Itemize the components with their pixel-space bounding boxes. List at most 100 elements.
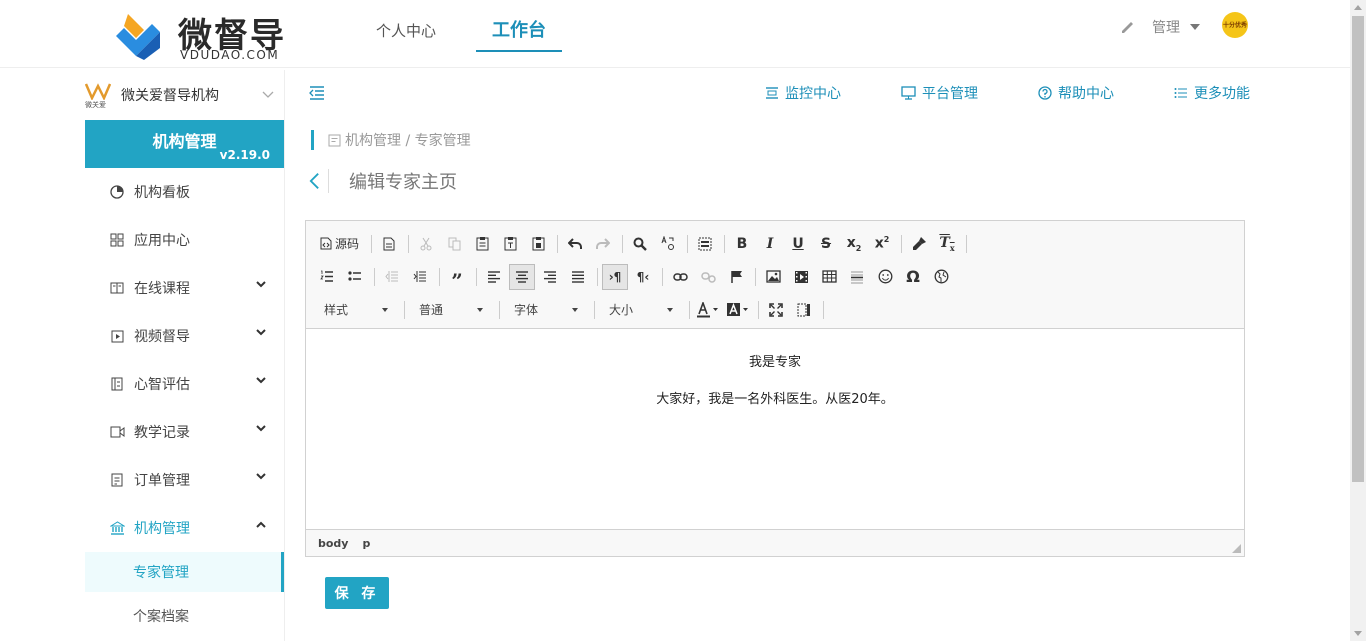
anchor-button[interactable] [723,264,749,290]
scroll-thumb[interactable] [1352,16,1364,482]
subscript-button[interactable]: x2 [841,231,867,257]
replace-button[interactable] [655,231,681,257]
link-button[interactable] [667,264,693,290]
sidebar-subitem-experts[interactable]: 专家管理 [85,552,284,592]
path-item[interactable]: p [362,537,370,550]
styles-dropdown[interactable]: 样式 [314,298,394,322]
sidebar-subitem-case-files[interactable]: 个案档案 [85,592,284,640]
indent-button[interactable] [407,264,433,290]
underline-button[interactable]: U [785,231,811,257]
paste-word-button[interactable] [525,231,551,257]
editor-toolbar: 源码 B I U S x2 x2 Tx ” ›¶ ¶‹ Ω 样式 普通 字体 大… [306,221,1244,329]
avatar[interactable]: 十分优秀 [1222,12,1248,38]
redo-button[interactable] [590,231,616,257]
blockquote-button[interactable]: ” [444,264,470,291]
superscript-button[interactable]: x2 [869,231,895,257]
image-button[interactable] [760,264,786,290]
sidebar-item-teaching-records[interactable]: 教学记录 [85,408,284,456]
content-line[interactable]: 我是专家 [306,351,1244,370]
copy-button[interactable] [441,231,467,257]
background-color-button[interactable] [724,297,754,323]
toolbar-separator [622,234,624,253]
align-right-button[interactable] [537,264,563,290]
font-dropdown[interactable]: 字体 [504,298,584,322]
link-platform-management[interactable]: 平台管理 [901,83,978,103]
format-dropdown[interactable]: 普通 [409,298,489,322]
align-center-button[interactable] [509,263,535,290]
underline-icon: U [792,235,804,252]
link-label: 更多功能 [1194,86,1250,102]
sidebar-item-apps[interactable]: 应用中心 [85,216,284,264]
font-size-dropdown[interactable]: 大小 [599,298,679,322]
path-item[interactable]: body [318,537,348,550]
new-page-button[interactable] [376,231,402,257]
find-button[interactable] [627,231,653,257]
org-selector[interactable]: 微关爱 微关爱督导机构 [85,70,284,120]
document-icon [328,134,341,146]
emoji-button[interactable] [872,264,898,290]
back-button[interactable] [309,169,329,193]
select-all-button[interactable] [692,231,718,257]
ltr-button[interactable]: ›¶ [602,263,628,290]
brand-logo[interactable]: 微督导 VDUDAO.COM [110,8,290,62]
collapse-menu-icon[interactable] [309,86,325,100]
paste-button[interactable] [469,231,495,257]
scroll-up-icon[interactable] [1354,5,1362,10]
source-button[interactable]: 源码 [314,231,365,257]
sidebar-item-label: 在线课程 [134,281,190,297]
undo-button[interactable] [562,231,588,257]
italic-button[interactable]: I [757,231,783,257]
copy-format-button[interactable] [906,231,932,257]
link-more-functions[interactable]: 更多功能 [1174,83,1250,103]
new-page-icon [383,237,395,250]
maximize-button[interactable] [763,297,789,323]
sidebar-item-orders[interactable]: 订单管理 [85,456,284,504]
sidebar-item-assessment[interactable]: 心智评估 [85,360,284,408]
sidebar-item-video-supervision[interactable]: 视频督导 [85,312,284,360]
role-label[interactable]: 管理 [1152,17,1180,37]
bold-button[interactable]: B [729,231,755,257]
unlink-button[interactable] [695,264,721,290]
chevron-down-icon[interactable] [262,91,274,99]
breadcrumb-text: 机构管理 / 专家管理 [345,133,471,149]
horizontal-rule-button[interactable] [844,264,870,290]
cut-button[interactable] [413,231,439,257]
tab-workbench[interactable]: 工作台 [476,0,563,52]
numbered-list-icon [320,270,333,282]
align-left-button[interactable] [481,264,507,290]
tab-personal-center[interactable]: 个人中心 [360,0,452,68]
link-help-center[interactable]: 帮助中心 [1038,83,1114,103]
remove-format-button[interactable]: Tx [934,231,960,257]
paste-text-button[interactable] [497,231,523,257]
show-blocks-button[interactable] [791,297,817,323]
page-scrollbar[interactable] [1350,0,1366,641]
save-button[interactable]: 保 存 [325,577,389,609]
org-logo-icon [85,83,111,100]
pencil-icon[interactable] [1120,19,1136,35]
special-char-button[interactable]: Ω [900,264,926,290]
strike-button[interactable]: S [813,231,839,257]
numbered-list-button[interactable] [314,264,340,290]
sidebar-item-dashboard[interactable]: 机构看板 [85,168,284,216]
justify-button[interactable] [565,264,591,290]
text-color-button[interactable] [694,297,724,323]
table-button[interactable] [816,264,842,290]
scroll-down-icon[interactable] [1354,631,1362,636]
editor-content[interactable]: 我是专家 大家好，我是一名外科医生。从医20年。 [306,329,1244,529]
iframe-button[interactable] [928,264,954,290]
rtl-button[interactable]: ¶‹ [630,264,656,290]
toolbar-separator [408,234,410,253]
resize-handle-icon[interactable] [1232,544,1241,553]
chevron-down-icon[interactable] [1190,24,1200,30]
outdent-button[interactable] [379,264,405,290]
sidebar-item-courses[interactable]: 在线课程 [85,264,284,312]
unlink-icon [700,271,716,283]
search-icon [633,237,647,251]
content-line[interactable]: 大家好，我是一名外科医生。从医20年。 [306,388,1244,407]
sidebar-item-org-management[interactable]: 机构管理 [85,504,284,552]
video-button[interactable] [788,264,814,290]
link-monitor-center[interactable]: 监控中心 [765,83,841,103]
bullet-list-button[interactable] [342,264,368,290]
user-menu[interactable]: 管理 [1120,12,1200,42]
link-label: 监控中心 [785,86,841,102]
